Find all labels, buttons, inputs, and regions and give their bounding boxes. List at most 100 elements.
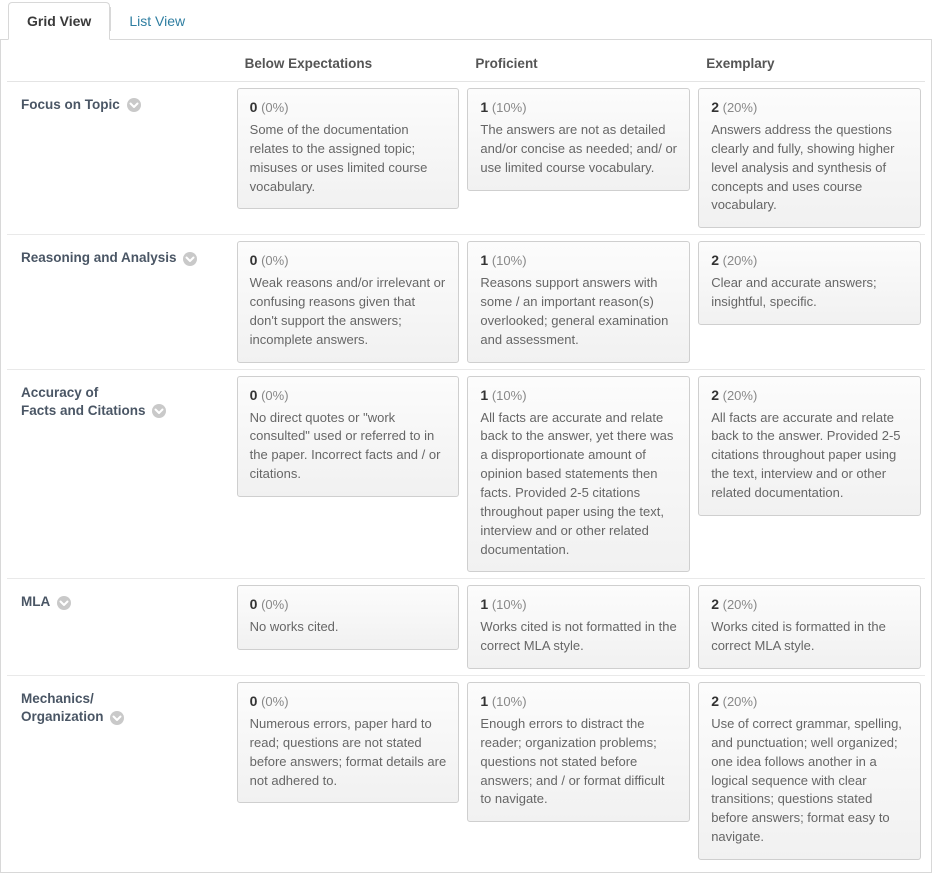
criterion-label[interactable]: MLA bbox=[11, 585, 229, 619]
percent-value: (20%) bbox=[723, 597, 758, 612]
criterion-label[interactable]: Focus on Topic bbox=[11, 88, 229, 122]
score-line: 2 (20%) bbox=[711, 693, 908, 709]
rubric-row: Reasoning and Analysis 0 (0%) Weak reason… bbox=[7, 235, 925, 369]
rubric-cell[interactable]: 0 (0%)Numerous errors, paper hard to rea… bbox=[237, 682, 460, 803]
rubric-row: MLA 0 (0%) No works cited. 1 (10%) Works ci… bbox=[7, 579, 925, 676]
points-value: 0 bbox=[250, 387, 258, 403]
chevron-down-icon[interactable] bbox=[56, 595, 72, 611]
percent-value: (20%) bbox=[723, 100, 758, 115]
chevron-down-icon[interactable] bbox=[126, 97, 142, 113]
level-description: No direct quotes or "work consulted" use… bbox=[250, 409, 447, 484]
percent-value: (10%) bbox=[492, 100, 527, 115]
level-description: Some of the documentation relates to the… bbox=[250, 121, 447, 196]
level-description: Reasons support answers with some / an i… bbox=[480, 274, 677, 349]
percent-value: (0%) bbox=[261, 597, 288, 612]
rubric-cell[interactable]: 2 (20%) Works cited is formatted in the c… bbox=[698, 585, 921, 669]
criterion-name-line: Focus on Topic bbox=[21, 97, 120, 112]
percent-value: (20%) bbox=[723, 388, 758, 403]
rubric-cell[interactable]: 1 (10%) Reasons support answers with some… bbox=[467, 241, 690, 362]
criterion-label[interactable]: Reasoning and Analysis bbox=[11, 241, 229, 275]
level-description: Weak reasons and/or irrelevant or confus… bbox=[250, 274, 447, 349]
rubric-grid: Below Expectations Proficient Exemplary … bbox=[0, 40, 932, 873]
rubric-cell[interactable]: 0 (0%) No works cited. bbox=[237, 585, 460, 650]
percent-value: (0%) bbox=[261, 388, 288, 403]
criterion-label[interactable]: Mechanics/Organization bbox=[11, 682, 229, 734]
rubric-cell[interactable]: 0 (0%) Some of the documentation relates … bbox=[237, 88, 460, 209]
criterion-label[interactable]: Accuracy of Facts and Citations bbox=[11, 376, 229, 428]
header-below: Below Expectations bbox=[233, 46, 464, 82]
score-line: 0 (0%) bbox=[250, 99, 447, 115]
criterion-name-line: Reasoning and Analysis bbox=[21, 250, 177, 265]
points-value: 0 bbox=[250, 693, 258, 709]
points-value: 1 bbox=[480, 693, 488, 709]
score-line: 2 (20%) bbox=[711, 596, 908, 612]
level-description: Answers address the questions clearly an… bbox=[711, 121, 908, 215]
chevron-down-icon[interactable] bbox=[182, 251, 198, 267]
rubric-row: Accuracy of Facts and Citations 0 (0%) No … bbox=[7, 370, 925, 580]
criterion-name-line: Organization bbox=[21, 709, 104, 724]
rubric-cell[interactable]: 1 (10%)All facts are accurate and relate… bbox=[467, 376, 690, 573]
rubric-cell[interactable]: 1 (10%) The answers are not as detailed a… bbox=[467, 88, 690, 191]
points-value: 0 bbox=[250, 99, 258, 115]
level-description: Use of correct grammar, spelling, and pu… bbox=[711, 715, 908, 847]
points-value: 2 bbox=[711, 693, 719, 709]
points-value: 0 bbox=[250, 252, 258, 268]
chevron-down-icon[interactable] bbox=[151, 403, 167, 419]
rubric-cell[interactable]: 1 (10%) Works cited is not formatted in t… bbox=[467, 585, 690, 669]
criterion-name-line: MLA bbox=[21, 594, 50, 609]
header-row: Below Expectations Proficient Exemplary bbox=[7, 46, 925, 82]
score-line: 2 (20%) bbox=[711, 252, 908, 268]
points-value: 1 bbox=[480, 99, 488, 115]
rubric-cell[interactable]: 0 (0%) Weak reasons and/or irrelevant or … bbox=[237, 241, 460, 362]
score-line: 0 (0%) bbox=[250, 387, 447, 403]
view-tabs: Grid View List View bbox=[0, 0, 932, 40]
tab-grid-view[interactable]: Grid View bbox=[8, 2, 110, 40]
level-description: No works cited. bbox=[250, 618, 447, 637]
percent-value: (0%) bbox=[261, 694, 288, 709]
points-value: 1 bbox=[480, 252, 488, 268]
percent-value: (10%) bbox=[492, 253, 527, 268]
score-line: 0 (0%) bbox=[250, 252, 447, 268]
criterion-name-line: Accuracy of bbox=[21, 385, 98, 400]
points-value: 2 bbox=[711, 596, 719, 612]
rubric-cell[interactable]: 2 (20%) Use of correct grammar, spelling,… bbox=[698, 682, 921, 860]
rubric-table: Below Expectations Proficient Exemplary … bbox=[7, 46, 925, 866]
points-value: 0 bbox=[250, 596, 258, 612]
score-line: 1 (10%) bbox=[480, 252, 677, 268]
criterion-name-line: Facts and Citations bbox=[21, 403, 146, 418]
rubric-cell[interactable]: 0 (0%) No direct quotes or "work consulte… bbox=[237, 376, 460, 497]
tab-list-view[interactable]: List View bbox=[111, 3, 203, 39]
points-value: 2 bbox=[711, 252, 719, 268]
percent-value: (0%) bbox=[261, 253, 288, 268]
percent-value: (20%) bbox=[723, 694, 758, 709]
percent-value: (20%) bbox=[723, 253, 758, 268]
rubric-row: Mechanics/Organization 0 (0%)Numerous er… bbox=[7, 676, 925, 866]
level-description: Clear and accurate answers; insightful, … bbox=[711, 274, 908, 312]
points-value: 2 bbox=[711, 99, 719, 115]
points-value: 2 bbox=[711, 387, 719, 403]
rubric-cell[interactable]: 2 (20%) Clear and accurate answers; insig… bbox=[698, 241, 921, 325]
percent-value: (10%) bbox=[492, 597, 527, 612]
level-description: The answers are not as detailed and/or c… bbox=[480, 121, 677, 178]
rubric-cell[interactable]: 2 (20%)All facts are accurate and relate… bbox=[698, 376, 921, 516]
rubric-cell[interactable]: 1 (10%) Enough errors to distract the rea… bbox=[467, 682, 690, 822]
header-proficient: Proficient bbox=[463, 46, 694, 82]
score-line: 0 (0%) bbox=[250, 596, 447, 612]
score-line: 0 (0%) bbox=[250, 693, 447, 709]
level-description: Works cited is not formatted in the corr… bbox=[480, 618, 677, 656]
percent-value: (10%) bbox=[492, 694, 527, 709]
level-description: Works cited is formatted in the correct … bbox=[711, 618, 908, 656]
score-line: 1 (10%) bbox=[480, 99, 677, 115]
percent-value: (10%) bbox=[492, 388, 527, 403]
level-description: Enough errors to distract the reader; or… bbox=[480, 715, 677, 809]
score-line: 1 (10%) bbox=[480, 596, 677, 612]
rubric-cell[interactable]: 2 (20%) Answers address the questions cle… bbox=[698, 88, 921, 228]
rubric-row: Focus on Topic 0 (0%) Some of the documen… bbox=[7, 82, 925, 235]
score-line: 1 (10%) bbox=[480, 693, 677, 709]
points-value: 1 bbox=[480, 596, 488, 612]
chevron-down-icon[interactable] bbox=[109, 710, 125, 726]
header-blank bbox=[7, 46, 233, 82]
percent-value: (0%) bbox=[261, 100, 288, 115]
header-exemplary: Exemplary bbox=[694, 46, 925, 82]
points-value: 1 bbox=[480, 387, 488, 403]
